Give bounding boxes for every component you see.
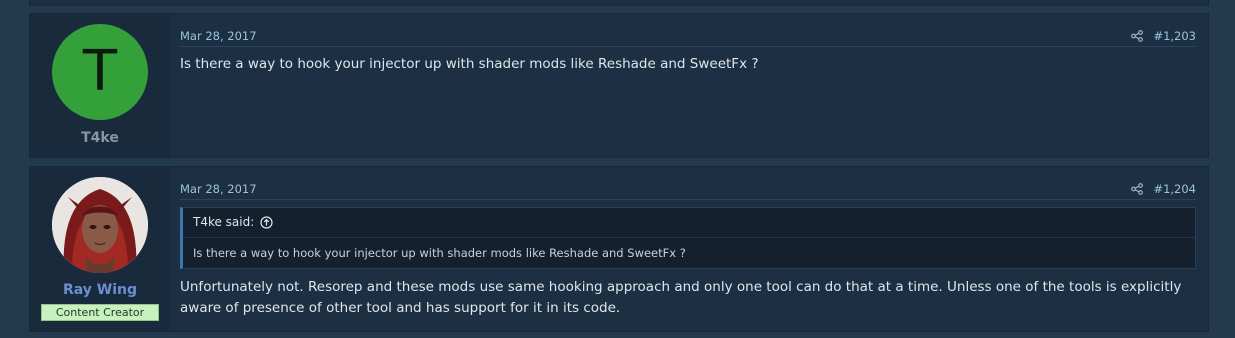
post-meta: Mar 28, 2017 #1,203 — [180, 24, 1196, 47]
post-number[interactable]: #1,203 — [1153, 29, 1196, 43]
post-date[interactable]: Mar 28, 2017 — [180, 182, 257, 196]
avatar-portrait — [52, 177, 148, 273]
post: Ray Wing Content Creator Mar 28, 2017 #1… — [29, 166, 1209, 332]
avatar[interactable]: T — [52, 24, 148, 120]
quote-divider — [183, 237, 1195, 238]
quote-author[interactable]: T4ke said: — [193, 215, 254, 229]
quote-block: T4ke said: Is there a way to hook your i… — [180, 207, 1196, 269]
avatar[interactable] — [52, 177, 148, 273]
share-icon[interactable] — [1131, 30, 1144, 42]
user-panel: T T4ke — [30, 14, 170, 157]
post-body: Unfortunately not. Resorep and these mod… — [180, 277, 1188, 319]
user-panel: Ray Wing Content Creator — [30, 167, 170, 331]
quote-text: Is there a way to hook your injector up … — [193, 246, 686, 260]
username[interactable]: Ray Wing — [30, 282, 170, 298]
post-body-line: aware of presence of other tool and has … — [180, 300, 621, 316]
post-date[interactable]: Mar 28, 2017 — [180, 29, 257, 43]
post-number[interactable]: #1,204 — [1153, 182, 1196, 196]
post: T T4ke Mar 28, 2017 #1,203 Is there a wa… — [29, 13, 1209, 158]
post-body-line: Unfortunately not. Resorep and these mod… — [180, 279, 1182, 295]
previous-post-edge — [29, 0, 1209, 6]
post-meta: Mar 28, 2017 #1,204 — [180, 177, 1196, 200]
arrow-up-circle-icon[interactable] — [260, 215, 273, 229]
share-icon[interactable] — [1131, 183, 1144, 195]
avatar-letter: T — [82, 39, 118, 104]
username[interactable]: T4ke — [30, 130, 170, 146]
quote-header[interactable]: T4ke said: — [193, 215, 273, 229]
post-body: Is there a way to hook your injector up … — [180, 56, 759, 72]
user-title-badge: Content Creator — [41, 304, 159, 321]
